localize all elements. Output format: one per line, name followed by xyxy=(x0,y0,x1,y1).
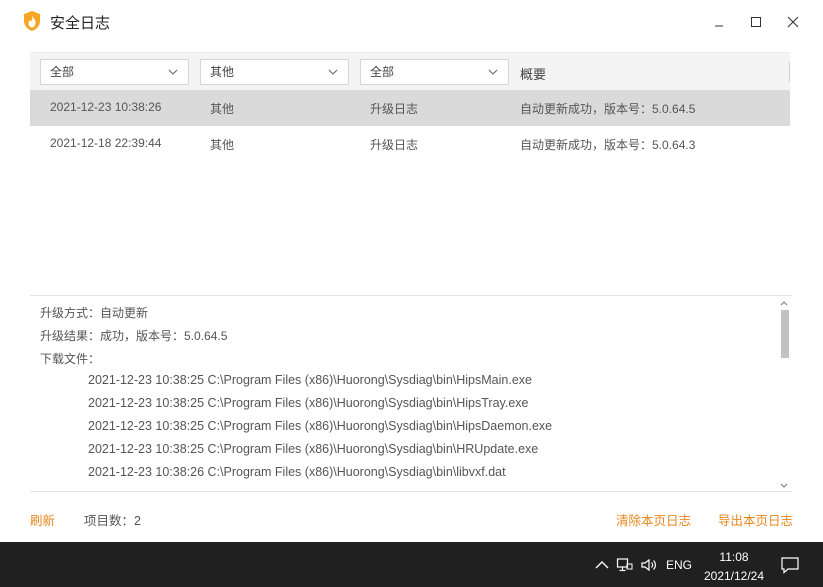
close-icon xyxy=(787,16,799,28)
item-count: 项目数：2 xyxy=(84,514,141,528)
clock-time[interactable]: 11:08 xyxy=(700,550,768,564)
chevron-down-icon xyxy=(328,69,338,75)
network-icon[interactable] xyxy=(616,556,634,574)
file-entry: 2021-12-23 10:38:25 C:\Program Files (x8… xyxy=(88,373,532,387)
row-time: 2021-12-23 10:38:26 xyxy=(50,100,162,114)
table-header: 全部 其他 全部 概要 xyxy=(30,52,790,90)
footer-bar: 刷新 项目数：2 清除本页日志 导出本页日志 xyxy=(0,500,823,540)
row-time: 2021-12-18 22:39:44 xyxy=(50,136,162,150)
window-title: 安全日志 xyxy=(50,15,111,32)
row-type: 升级日志 xyxy=(370,138,419,152)
security-log-window: 安全日志 全部 其他 全部 概要 2021-12-23 10:38:26 其他 xyxy=(0,0,823,542)
title-bar[interactable]: 安全日志 xyxy=(0,0,823,42)
export-page-logs-link[interactable]: 导出本页日志 xyxy=(718,510,793,529)
chevron-down-icon xyxy=(488,69,498,75)
upgrade-result: 升级结果：成功，版本号：5.0.64.5 xyxy=(40,329,228,343)
download-files-label: 下载文件： xyxy=(40,352,101,366)
refresh-link[interactable]: 刷新 xyxy=(30,510,55,529)
file-entry: 2021-12-23 10:38:25 C:\Program Files (x8… xyxy=(88,396,529,410)
scroll-up-arrow-icon[interactable] xyxy=(778,298,790,308)
log-type-filter-value: 全部 xyxy=(370,65,395,79)
type-filter-value: 全部 xyxy=(50,65,75,79)
row-summary: 自动更新成功，版本号：5.0.64.5 xyxy=(520,102,696,116)
detail-scrollbar-thumb[interactable] xyxy=(781,310,789,358)
notification-center-icon[interactable] xyxy=(780,555,800,575)
table-row[interactable]: 2021-12-18 22:39:44 其他 升级日志 自动更新成功，版本号：5… xyxy=(30,126,790,162)
maximize-button[interactable] xyxy=(742,8,770,36)
volume-icon[interactable] xyxy=(640,556,658,574)
input-language[interactable]: ENG xyxy=(666,558,692,572)
type-filter-dropdown[interactable]: 全部 xyxy=(40,59,189,85)
column-divider[interactable] xyxy=(789,62,790,82)
category-filter-value: 其他 xyxy=(210,65,235,79)
summary-column-header: 概要 xyxy=(520,67,547,82)
row-category: 其他 xyxy=(210,138,235,152)
clear-page-logs-link[interactable]: 清除本页日志 xyxy=(616,510,691,529)
file-entry: 2021-12-23 10:38:25 C:\Program Files (x8… xyxy=(88,419,553,433)
category-filter-dropdown[interactable]: 其他 xyxy=(200,59,349,85)
minimize-button[interactable] xyxy=(705,8,733,36)
maximize-icon xyxy=(751,17,761,27)
scroll-down-arrow-icon[interactable] xyxy=(778,481,790,491)
row-type: 升级日志 xyxy=(370,102,419,116)
minimize-icon xyxy=(715,25,723,27)
row-category: 其他 xyxy=(210,102,235,116)
file-entry: 2021-12-23 10:38:25 C:\Program Files (x8… xyxy=(88,442,539,456)
table-row[interactable]: 2021-12-23 10:38:26 其他 升级日志 自动更新成功，版本号：5… xyxy=(30,90,790,126)
clock-date[interactable]: 2021/12/24 xyxy=(698,569,770,583)
log-type-filter-dropdown[interactable]: 全部 xyxy=(360,59,509,85)
row-summary: 自动更新成功，版本号：5.0.64.3 xyxy=(520,138,696,152)
upgrade-method: 升级方式：自动更新 xyxy=(40,306,149,320)
chevron-down-icon xyxy=(168,69,178,75)
close-button[interactable] xyxy=(779,8,807,36)
huorong-shield-icon xyxy=(24,11,40,31)
chevron-up-icon[interactable] xyxy=(593,556,611,574)
log-detail-panel[interactable]: 升级方式：自动更新 升级结果：成功，版本号：5.0.64.5 下载文件： 202… xyxy=(30,295,792,492)
windows-taskbar: ENG 11:08 2021/12/24 xyxy=(0,542,823,587)
file-entry: 2021-12-23 10:38:26 C:\Program Files (x8… xyxy=(88,465,506,479)
